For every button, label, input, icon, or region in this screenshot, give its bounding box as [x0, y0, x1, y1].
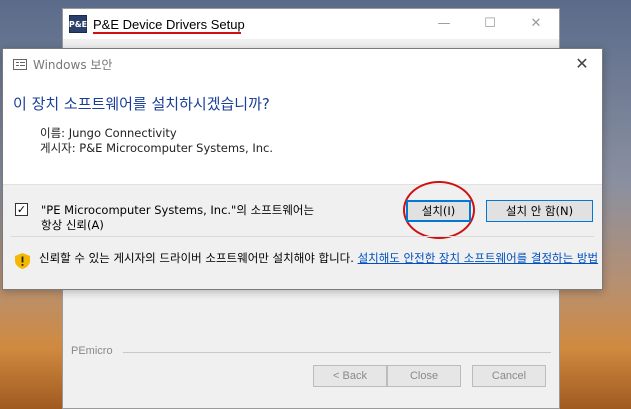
- close-button[interactable]: Close: [387, 365, 461, 387]
- trust-checkbox-label[interactable]: "PE Microcomputer Systems, Inc."의 소프트웨어는…: [41, 203, 321, 233]
- windows-security-dialog: Windows 보안 ✕ 이 장치 소프트웨어를 설치하시겠습니까? 이름: J…: [2, 48, 603, 290]
- security-window-icon: [13, 58, 27, 70]
- back-button[interactable]: < Back: [313, 365, 387, 387]
- setup-title: P&E Device Drivers Setup: [93, 16, 245, 32]
- trust-checkbox[interactable]: ✓: [15, 203, 28, 216]
- close-icon[interactable]: ✕: [513, 9, 559, 39]
- dont-install-button[interactable]: 설치 안 함(N): [486, 200, 593, 222]
- dialog-titlebar: Windows 보안 ✕: [3, 49, 602, 79]
- red-annotation-underline: [93, 32, 241, 34]
- driver-info: 이름: Jungo Connectivity 게시자: P&E Microcom…: [40, 126, 273, 156]
- dialog-title: Windows 보안: [33, 57, 113, 72]
- setup-titlebar: P&E P&E Device Drivers Setup — ☐ ✕: [63, 9, 559, 39]
- warning-text: 신뢰할 수 있는 게시자의 드라이버 소프트웨어만 설치해야 합니다.: [39, 251, 354, 265]
- install-button[interactable]: 설치(I): [406, 200, 471, 222]
- pe-logo-icon: P&E: [69, 15, 87, 33]
- footer-divider: [123, 352, 551, 353]
- cancel-button[interactable]: Cancel: [472, 365, 546, 387]
- divider: [11, 236, 594, 237]
- warning-shield-icon: [15, 253, 30, 269]
- dialog-close-icon[interactable]: ✕: [572, 54, 592, 74]
- footer-label: PEmicro: [71, 345, 113, 357]
- learn-more-link[interactable]: 설치해도 안전한 장치 소프트웨어를 결정하는 방법: [358, 251, 598, 265]
- dialog-lower-panel: ✓ "PE Microcomputer Systems, Inc."의 소프트웨…: [3, 181, 602, 289]
- driver-name: 이름: Jungo Connectivity: [40, 126, 177, 140]
- dialog-heading: 이 장치 소프트웨어를 설치하시겠습니까?: [13, 95, 270, 113]
- warning-message: 신뢰할 수 있는 게시자의 드라이버 소프트웨어만 설치해야 합니다. 설치해도…: [39, 250, 599, 266]
- maximize-icon[interactable]: ☐: [467, 9, 513, 39]
- minimize-icon[interactable]: —: [421, 9, 467, 39]
- driver-publisher: 게시자: P&E Microcomputer Systems, Inc.: [40, 141, 274, 155]
